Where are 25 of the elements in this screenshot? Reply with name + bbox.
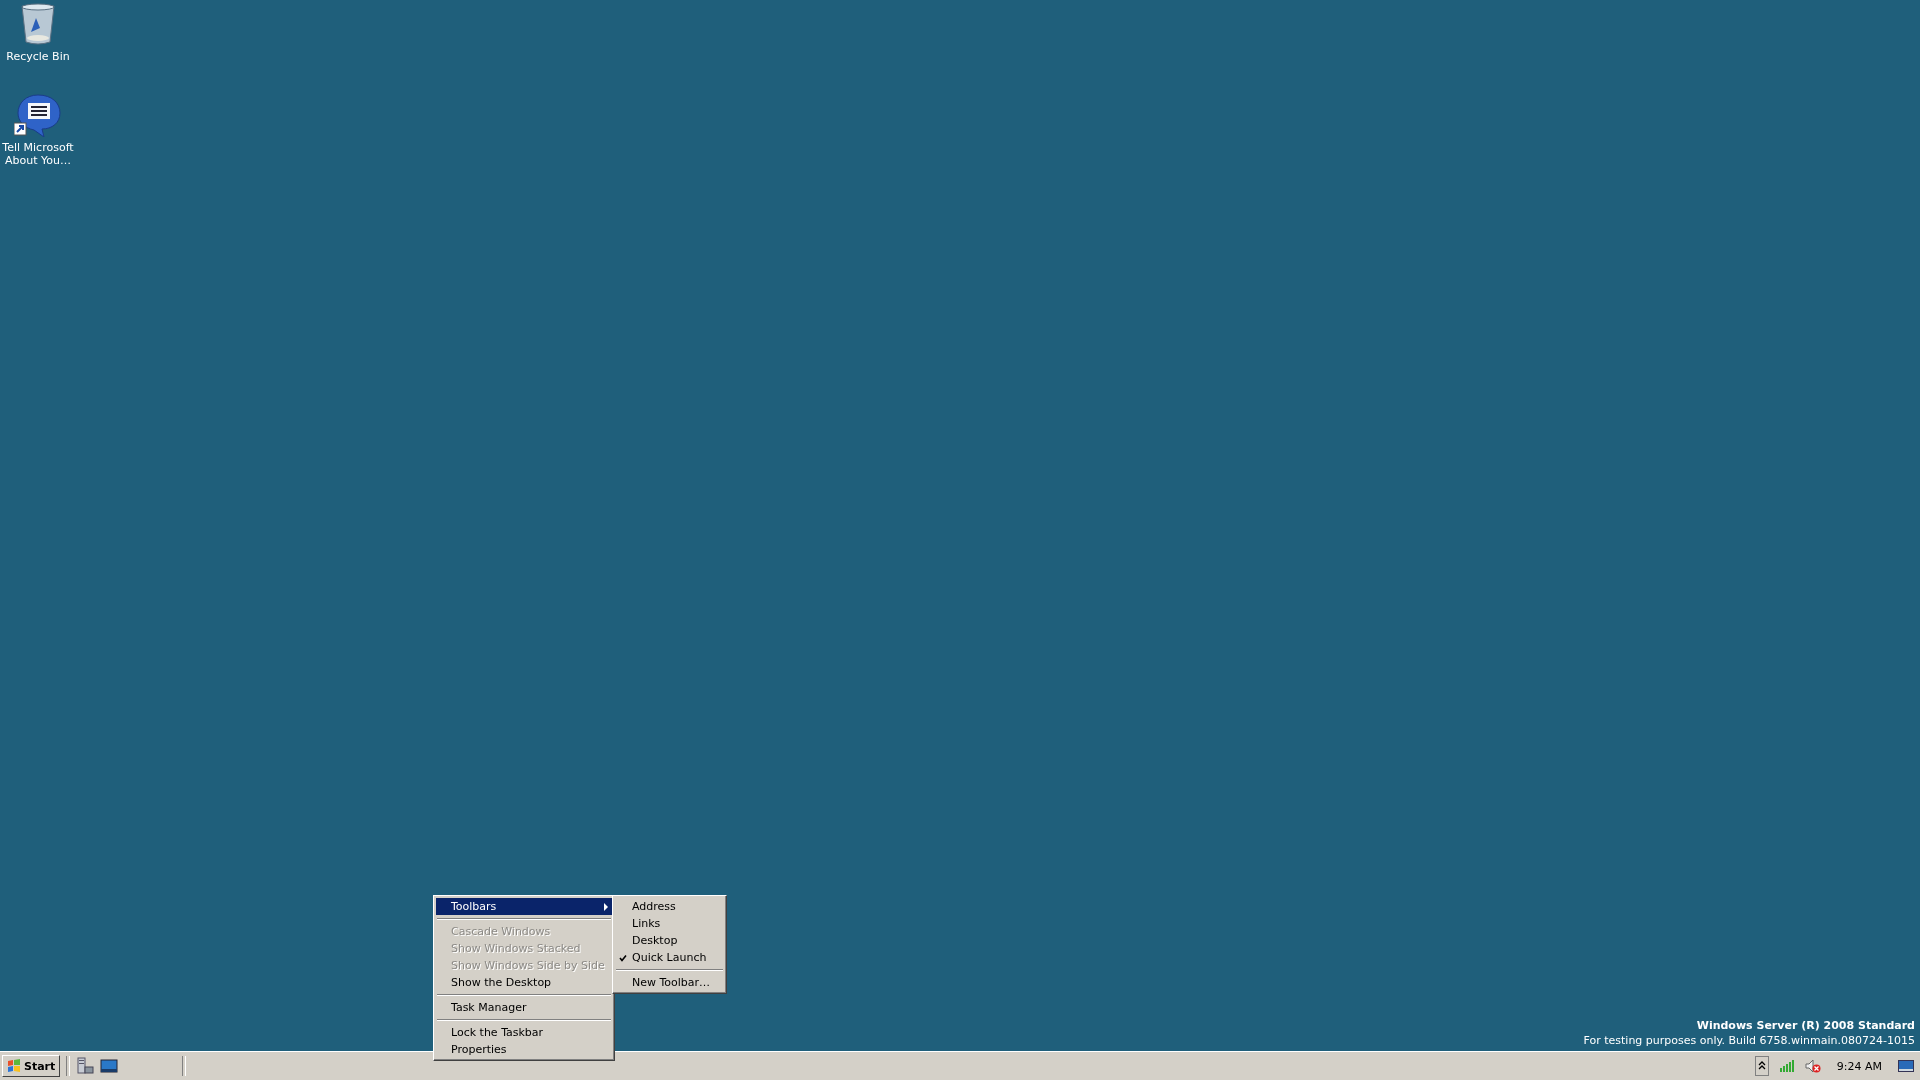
server-icon[interactable]: [76, 1057, 95, 1075]
trash-icon: [18, 2, 58, 46]
double-chevron-up-icon: [1757, 1061, 1766, 1071]
menu-item[interactable]: Quick Launch: [615, 949, 724, 966]
clock-text[interactable]: 9:24 AM: [1836, 1059, 1882, 1073]
menu-item[interactable]: New Toolbar…: [615, 974, 724, 991]
menu-item[interactable]: Show the Desktop: [436, 974, 612, 991]
desktop-icon[interactable]: Recycle Bin: [0, 2, 76, 63]
speech-bubble-icon: [14, 93, 62, 137]
desktop-icon[interactable]: Tell Microsoft About You…: [0, 93, 76, 167]
show-hidden-icons-button[interactable]: [1754, 1056, 1769, 1076]
show-desktop-icon[interactable]: [1898, 1059, 1914, 1073]
edition-text: Windows Server (R) 2008 Standard: [1695, 1018, 1915, 1033]
menu-item[interactable]: Properties: [436, 1041, 612, 1058]
menu-item[interactable]: Desktop: [615, 932, 724, 949]
desktop-icon[interactable]: [100, 1057, 119, 1075]
speaker-muted-icon[interactable]: [1804, 1059, 1821, 1073]
four-color-flag-icon: [7, 1059, 21, 1073]
menu-item[interactable]: Task Manager: [436, 999, 612, 1016]
start-button[interactable]: Start: [2, 1055, 61, 1077]
menu-item[interactable]: Toolbars: [436, 898, 612, 915]
menu-item[interactable]: Address: [615, 898, 724, 915]
build-text: For testing purposes only. Build 6758.winmain.080724-1015: [1583, 1033, 1915, 1048]
menu-item[interactable]: Links: [615, 915, 724, 932]
menu-item[interactable]: Lock the Taskbar: [436, 1024, 612, 1041]
